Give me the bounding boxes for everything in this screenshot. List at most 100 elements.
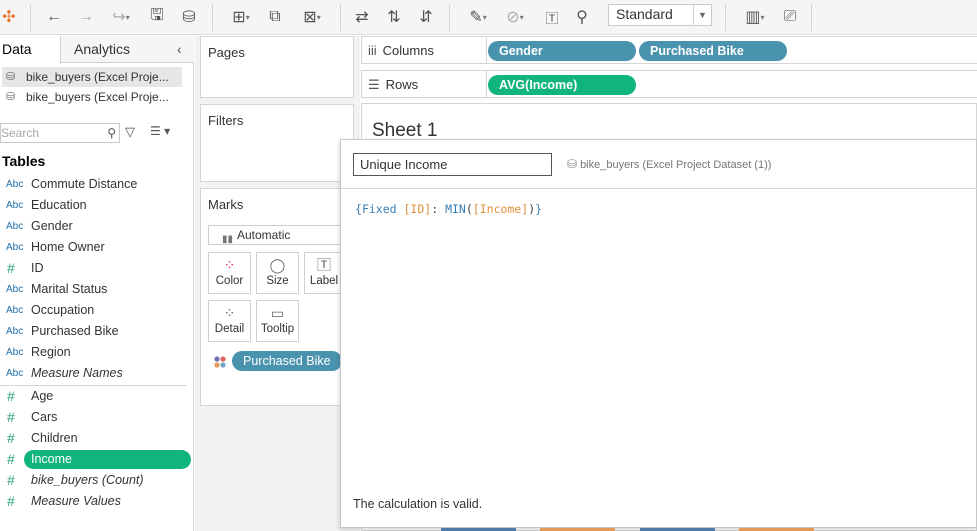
redo-icon[interactable]: → <box>75 5 97 29</box>
search-input[interactable]: Search ⚲ <box>0 123 120 143</box>
toolbar-separator <box>811 4 812 31</box>
dimension-type-icon: Abc <box>6 347 24 358</box>
fix-axes-icon[interactable]: ⚲ <box>571 5 593 29</box>
fit-select[interactable]: Standard ▼ <box>608 4 712 26</box>
field-item[interactable]: Abc Education <box>0 195 190 216</box>
pane-tabs: Data Analytics ‹ <box>0 36 194 64</box>
tab-analytics[interactable]: Analytics <box>74 36 130 63</box>
toolbar-separator <box>449 4 450 31</box>
field-name: Region <box>31 345 71 359</box>
duplicate-icon[interactable]: ⧉ <box>264 5 286 29</box>
formula-function: MIN <box>445 202 466 216</box>
datasource-label: bike_buyers (Excel Proje... <box>26 90 169 104</box>
field-item[interactable]: Abc Home Owner <box>0 237 190 258</box>
label-button[interactable]: 🅃 Label <box>304 252 344 294</box>
dimension-type-icon: Abc <box>6 326 24 337</box>
size-button[interactable]: ◯ Size <box>256 252 299 294</box>
dimension-type-icon: Abc <box>6 200 24 211</box>
formula-brace-close: } <box>535 202 543 216</box>
filter-icon[interactable]: ▽ <box>125 124 135 140</box>
field-name: Education <box>31 198 87 212</box>
columns-pill-purchased-bike[interactable]: Purchased Bike <box>639 41 787 61</box>
search-placeholder: Search <box>1 126 40 140</box>
tab-data[interactable]: Data <box>0 36 61 64</box>
rows-label: Rows <box>385 77 419 92</box>
field-name: Age <box>31 389 54 403</box>
field-item[interactable]: # ID <box>0 258 190 279</box>
filters-card[interactable]: Filters <box>200 104 354 182</box>
calc-name-input[interactable]: Unique Income <box>353 153 552 176</box>
field-name: Marital Status <box>31 282 108 296</box>
data-pane: Data Analytics ‹ ⛁ bike_buyers (Excel Pr… <box>0 36 194 531</box>
calc-datasource: ⛁ bike_buyers (Excel Project Dataset (1)) <box>567 157 771 171</box>
field-name: Measure Values <box>31 494 121 508</box>
toolbar-separator <box>212 4 213 31</box>
sort-descending-icon[interactable]: ⇵ <box>415 5 437 29</box>
field-item[interactable]: # Income <box>0 449 191 470</box>
presentation-icon[interactable]: ⎚ <box>779 5 801 29</box>
measure-type-icon: # <box>7 260 15 276</box>
datasource-item[interactable]: ⛁ bike_buyers (Excel Proje... <box>2 67 182 87</box>
field-name: Measure Names <box>31 366 123 380</box>
field-item[interactable]: Abc Occupation <box>0 300 190 321</box>
columns-shelf-label: iii Columns <box>368 43 434 58</box>
pages-card[interactable]: Pages <box>200 36 354 98</box>
view-options-icon[interactable]: ☰ ▾ <box>150 124 170 138</box>
highlight-icon[interactable]: ✎ ▾ <box>462 5 494 29</box>
chevron-down-icon: ▼ <box>693 5 711 25</box>
toolbar-separator <box>725 4 726 31</box>
calculation-editor: Unique Income ⛁ bike_buyers (Excel Projec… <box>340 139 977 528</box>
measure-type-icon: # <box>7 493 15 509</box>
tooltip-button-label: Tooltip <box>260 323 295 335</box>
search-icon: ⚲ <box>107 126 116 140</box>
size-icon: ◯ <box>269 257 286 273</box>
new-datasource-icon[interactable]: ⛁ <box>178 5 200 29</box>
color-button[interactable]: ⁘ Color <box>208 252 251 294</box>
sort-ascending-icon[interactable]: ⇅ <box>383 5 405 29</box>
formula-colon: : <box>431 202 439 216</box>
calc-status: The calculation is valid. <box>353 497 483 511</box>
columns-shelf: iii Columns Gender Purchased Bike <box>361 36 977 64</box>
field-item[interactable]: # bike_buyers (Count) <box>0 470 190 491</box>
tableau-logo-icon[interactable]: ✣ <box>0 5 18 29</box>
datasource-item[interactable]: ⛁ bike_buyers (Excel Proje... <box>2 87 182 107</box>
swap-icon[interactable]: ⇄ <box>351 5 373 29</box>
label-icon[interactable]: 🅃 <box>541 5 563 29</box>
field-item[interactable]: Abc Marital Status <box>0 279 190 300</box>
field-item[interactable]: Abc Purchased Bike <box>0 321 190 342</box>
measure-type-icon: # <box>7 430 15 446</box>
columns-pill-gender[interactable]: Gender <box>488 41 636 61</box>
color-icon: ⁘ <box>223 257 236 273</box>
tables-heading: Tables <box>2 153 46 169</box>
marks-card-title: Marks <box>208 197 244 212</box>
rows-icon: ☰ <box>368 77 380 92</box>
label-button-label: Label <box>309 275 339 287</box>
save-icon[interactable]: 🖫 <box>147 5 167 29</box>
field-item[interactable]: # Measure Values <box>0 491 190 512</box>
collapse-pane-icon[interactable]: ‹ <box>177 41 182 57</box>
mark-type-select[interactable]: ▮▮ Automatic <box>208 225 348 245</box>
mark-field-pill[interactable]: Purchased Bike <box>232 351 342 371</box>
clear-sheet-icon[interactable]: ⊠ ▾ <box>294 5 330 29</box>
datasource-icon: ⛁ <box>6 91 16 103</box>
detail-button[interactable]: ⁘ Detail <box>208 300 251 342</box>
formula-editor[interactable]: {Fixed [ID]: MIN([Income])} <box>355 202 542 216</box>
formula-paren-open: ( <box>465 202 473 216</box>
field-item[interactable]: # Cars <box>0 407 190 428</box>
new-worksheet-icon[interactable]: ⊞ ▾ <box>223 5 259 29</box>
field-item[interactable]: Abc Measure Names <box>0 363 190 384</box>
rows-pill-avg-income[interactable]: AVG(Income) <box>488 75 636 95</box>
columns-label: Columns <box>382 43 434 58</box>
field-item[interactable]: Abc Region <box>0 342 190 363</box>
group-icon[interactable]: ⊘ ▾ <box>500 5 530 29</box>
tooltip-button[interactable]: ▭ Tooltip <box>256 300 299 342</box>
replay-icon[interactable]: ↪ ▾ <box>106 5 136 29</box>
field-item[interactable]: Abc Commute Distance <box>0 174 190 195</box>
calc-datasource-label: bike_buyers (Excel Project Dataset (1)) <box>580 159 772 171</box>
field-item[interactable]: # Age <box>0 386 190 407</box>
field-item[interactable]: # Children <box>0 428 190 449</box>
show-me-icon[interactable]: ▥ ▾ <box>737 5 773 29</box>
undo-icon[interactable]: ← <box>43 5 65 29</box>
field-item[interactable]: Abc Gender <box>0 216 190 237</box>
dimension-type-icon: Abc <box>6 221 24 232</box>
